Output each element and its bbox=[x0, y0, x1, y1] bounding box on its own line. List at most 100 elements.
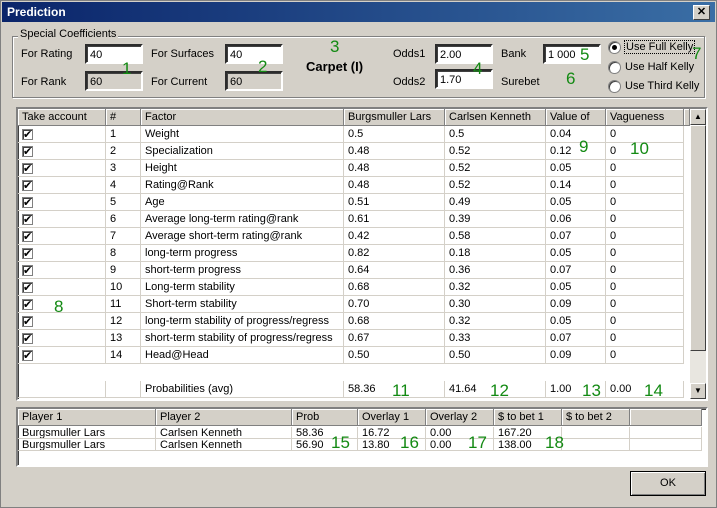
marker-1: 1 bbox=[122, 59, 132, 78]
factor-cell: Weight bbox=[141, 126, 344, 143]
factor-cell: Long-term stability bbox=[141, 279, 344, 296]
take-account-checkbox[interactable] bbox=[22, 331, 33, 346]
vague-cell: 0 bbox=[606, 228, 684, 245]
table-row[interactable]: 13short-term stability of progress/regre… bbox=[18, 330, 690, 347]
filler-cell bbox=[630, 439, 702, 451]
table-row[interactable]: 10Long-term stability0.680.320.050 bbox=[18, 279, 690, 296]
odds2-input[interactable]: 1.70 bbox=[435, 69, 493, 89]
n-cell: 8 bbox=[106, 245, 141, 262]
bets-header-player2[interactable]: Player 2 bbox=[156, 409, 292, 426]
p2-cell: 0.39 bbox=[445, 211, 546, 228]
bets-header-overlay1[interactable]: Overlay 1 bbox=[358, 409, 426, 426]
table-row[interactable]: 8long-term progress0.820.180.050 bbox=[18, 245, 690, 262]
bets-header-bet1[interactable]: $ to bet 1 bbox=[494, 409, 562, 426]
take-account-checkbox[interactable] bbox=[22, 144, 33, 159]
take-account-cell bbox=[18, 347, 106, 364]
col-header-take-account[interactable]: Take account bbox=[18, 109, 106, 126]
factors-table[interactable]: Take account # Factor Burgsmuller Lars C… bbox=[16, 107, 708, 401]
p1-cell: 0.61 bbox=[344, 211, 445, 228]
table-row[interactable]: 2Specialization0.480.520.120 bbox=[18, 143, 690, 160]
scroll-up-icon[interactable]: ▲ bbox=[690, 109, 706, 125]
bets-header-overlay2[interactable]: Overlay 2 bbox=[426, 409, 494, 426]
take-account-checkbox[interactable] bbox=[22, 348, 33, 363]
bets-header-bet2[interactable]: $ to bet 2 bbox=[562, 409, 630, 426]
marker-7: 7 bbox=[692, 44, 702, 63]
p1-cell: 0.5 bbox=[344, 126, 445, 143]
take-account-cell bbox=[18, 262, 106, 279]
take-account-checkbox[interactable] bbox=[22, 297, 33, 312]
full-kelly-label[interactable]: Use Full Kelly bbox=[624, 40, 696, 54]
col-header-player1[interactable]: Burgsmuller Lars bbox=[344, 109, 445, 126]
col-header-value-of[interactable]: Value of bbox=[546, 109, 606, 126]
take-account-checkbox[interactable] bbox=[22, 127, 33, 142]
col-header-factor[interactable]: Factor bbox=[141, 109, 344, 126]
take-account-cell bbox=[18, 330, 106, 347]
take-account-checkbox[interactable] bbox=[22, 246, 33, 261]
odds2-label: Odds2 bbox=[393, 76, 426, 88]
p1-cell: Burgsmuller Lars bbox=[18, 439, 156, 451]
vague-cell: 0 bbox=[606, 177, 684, 194]
take-account-checkbox[interactable] bbox=[22, 178, 33, 193]
p2-cell: 0.18 bbox=[445, 245, 546, 262]
bet-row[interactable]: Burgsmuller Lars Carlsen Kenneth 56.90 13.8… bbox=[18, 439, 702, 456]
col-header-number[interactable]: # bbox=[106, 109, 141, 126]
scroll-thumb[interactable] bbox=[690, 125, 706, 351]
value-cell: 0.04 bbox=[546, 126, 606, 143]
bets-header-prob[interactable]: Prob bbox=[292, 409, 358, 426]
p2-cell: Carlsen Kenneth bbox=[156, 427, 292, 439]
table-row[interactable]: 12long-term stability of progress/regres… bbox=[18, 313, 690, 330]
factor-cell: Average long-term rating@rank bbox=[141, 211, 344, 228]
for-surfaces-input[interactable]: 40 bbox=[225, 44, 283, 64]
n-cell: 9 bbox=[106, 262, 141, 279]
scroll-down-icon[interactable]: ▼ bbox=[690, 383, 706, 399]
bets-header-filler bbox=[630, 409, 702, 426]
factor-cell: Rating@Rank bbox=[141, 177, 344, 194]
take-account-checkbox[interactable] bbox=[22, 229, 33, 244]
col-header-vagueness[interactable]: Vagueness bbox=[606, 109, 684, 126]
take-account-checkbox[interactable] bbox=[22, 314, 33, 329]
take-account-checkbox[interactable] bbox=[22, 263, 33, 278]
for-rating-input[interactable]: 40 bbox=[85, 44, 143, 64]
bank-input[interactable]: 1 000 bbox=[543, 44, 601, 64]
col-header-player2[interactable]: Carlsen Kenneth bbox=[445, 109, 546, 126]
table-row[interactable]: 14Head@Head0.500.500.090 bbox=[18, 347, 690, 364]
table-row[interactable]: 5Age0.510.490.050 bbox=[18, 194, 690, 211]
full-kelly-radio[interactable] bbox=[608, 41, 621, 54]
half-kelly-label[interactable]: Use Half Kelly bbox=[625, 61, 694, 73]
p1-cell: 0.70 bbox=[344, 296, 445, 313]
p2-cell: 0.30 bbox=[445, 296, 546, 313]
title-bar: Prediction ✕ bbox=[2, 2, 715, 22]
n-cell: 7 bbox=[106, 228, 141, 245]
table-row[interactable]: 1Weight0.50.50.040 bbox=[18, 126, 690, 143]
p2-cell: 0.52 bbox=[445, 143, 546, 160]
factors-scrollbar[interactable]: ▲ ▼ bbox=[690, 109, 706, 399]
for-rank-value: 60 bbox=[85, 71, 143, 91]
bets-header-player1[interactable]: Player 1 bbox=[18, 409, 156, 426]
table-row[interactable]: 9short-term progress0.640.360.070 bbox=[18, 262, 690, 279]
take-account-checkbox[interactable] bbox=[22, 195, 33, 210]
p1-cell: 0.50 bbox=[344, 347, 445, 364]
p1-cell: Burgsmuller Lars bbox=[18, 427, 156, 439]
take-account-checkbox[interactable] bbox=[22, 212, 33, 227]
take-account-checkbox[interactable] bbox=[22, 280, 33, 295]
n-cell: 3 bbox=[106, 160, 141, 177]
odds1-input[interactable]: 2.00 bbox=[435, 44, 493, 64]
table-row[interactable]: 7Average short-term rating@rank0.420.580… bbox=[18, 228, 690, 245]
marker-6: 6 bbox=[566, 69, 576, 88]
bets-table[interactable]: Player 1 Player 2 Prob Overlay 1 Overlay… bbox=[16, 407, 708, 467]
third-kelly-radio[interactable] bbox=[608, 80, 621, 93]
ok-button[interactable]: OK bbox=[630, 471, 706, 496]
p1-cell: 0.42 bbox=[344, 228, 445, 245]
marker-3: 3 bbox=[330, 37, 340, 56]
take-account-checkbox[interactable] bbox=[22, 161, 33, 176]
third-kelly-label[interactable]: Use Third Kelly bbox=[625, 80, 699, 92]
table-row[interactable]: 4Rating@Rank0.480.520.140 bbox=[18, 177, 690, 194]
table-row[interactable]: 11Short-term stability0.700.300.090 bbox=[18, 296, 690, 313]
p1-cell: 0.51 bbox=[344, 194, 445, 211]
close-icon[interactable]: ✕ bbox=[693, 5, 710, 20]
special-coefficients-legend: Special Coefficients bbox=[18, 28, 119, 40]
for-rank-label: For Rank bbox=[21, 76, 67, 88]
half-kelly-radio[interactable] bbox=[608, 61, 621, 74]
table-row[interactable]: 3Height0.480.520.050 bbox=[18, 160, 690, 177]
table-row[interactable]: 6Average long-term rating@rank0.610.390.… bbox=[18, 211, 690, 228]
